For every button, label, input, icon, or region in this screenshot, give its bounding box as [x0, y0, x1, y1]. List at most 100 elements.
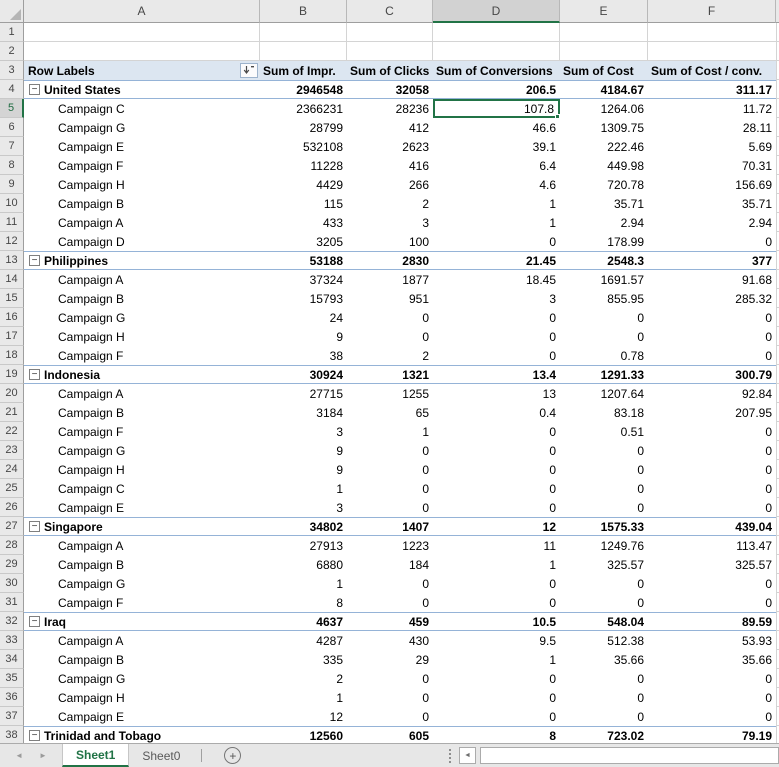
- detail-value-cell[interactable]: 9.5: [433, 631, 560, 650]
- group-total-cell[interactable]: 12560: [260, 726, 347, 743]
- detail-value-cell[interactable]: 951: [347, 289, 433, 308]
- detail-value-cell[interactable]: 335: [260, 650, 347, 669]
- group-total-cell[interactable]: 723.02: [560, 726, 648, 743]
- detail-value-cell[interactable]: 11.72: [648, 99, 776, 118]
- group-total-cell[interactable]: 206.5: [433, 80, 560, 99]
- detail-value-cell[interactable]: 3: [433, 289, 560, 308]
- detail-row-label[interactable]: Campaign B: [24, 650, 260, 669]
- row-header-3[interactable]: 3: [0, 61, 24, 80]
- group-total-cell[interactable]: 34802: [260, 517, 347, 536]
- cell-empty[interactable]: [648, 42, 776, 61]
- detail-value-cell[interactable]: 4429: [260, 175, 347, 194]
- fill-handle[interactable]: [555, 114, 560, 119]
- detail-value-cell[interactable]: 0: [648, 460, 776, 479]
- group-total-cell[interactable]: 2548.3: [560, 251, 648, 270]
- detail-value-cell[interactable]: 0: [433, 327, 560, 346]
- detail-value-cell[interactable]: 1255: [347, 384, 433, 403]
- detail-value-cell[interactable]: 27715: [260, 384, 347, 403]
- detail-value-cell[interactable]: 11228: [260, 156, 347, 175]
- detail-value-cell[interactable]: 9: [260, 441, 347, 460]
- detail-value-cell[interactable]: 3: [347, 213, 433, 232]
- collapse-button[interactable]: −: [29, 521, 40, 532]
- group-total-cell[interactable]: 1321: [347, 365, 433, 384]
- row-header-13[interactable]: 13: [0, 251, 24, 270]
- detail-value-cell[interactable]: 0: [560, 441, 648, 460]
- detail-value-cell[interactable]: 2: [260, 669, 347, 688]
- row-header-25[interactable]: 25: [0, 479, 24, 498]
- detail-row-label[interactable]: Campaign F: [24, 346, 260, 365]
- group-total-cell[interactable]: 300.79: [648, 365, 776, 384]
- group-row-label[interactable]: − United States: [24, 80, 260, 99]
- detail-value-cell[interactable]: 178.99: [560, 232, 648, 251]
- pivot-row-labels-header[interactable]: Row Labels: [24, 61, 260, 80]
- hscroll-left-button[interactable]: ◄: [459, 747, 476, 764]
- column-header-d[interactable]: D: [433, 0, 560, 23]
- detail-value-cell[interactable]: 0: [560, 707, 648, 726]
- detail-value-cell[interactable]: 113.47: [648, 536, 776, 555]
- detail-value-cell[interactable]: 29: [347, 650, 433, 669]
- column-header-c[interactable]: C: [347, 0, 433, 23]
- tab-sheet1[interactable]: Sheet1: [62, 744, 130, 767]
- detail-row-label[interactable]: Campaign A: [24, 213, 260, 232]
- detail-value-cell[interactable]: 0: [648, 422, 776, 441]
- detail-value-cell[interactable]: 1877: [347, 270, 433, 289]
- select-all-button[interactable]: [0, 0, 24, 23]
- detail-value-cell[interactable]: 0: [648, 441, 776, 460]
- detail-value-cell[interactable]: 9: [260, 460, 347, 479]
- detail-value-cell[interactable]: 92.84: [648, 384, 776, 403]
- detail-row-label[interactable]: Campaign E: [24, 498, 260, 517]
- detail-value-cell[interactable]: 83.18: [560, 403, 648, 422]
- detail-value-cell[interactable]: 11: [433, 536, 560, 555]
- detail-value-cell[interactable]: 285.32: [648, 289, 776, 308]
- detail-value-cell[interactable]: 3: [260, 498, 347, 517]
- detail-value-cell[interactable]: 1: [260, 688, 347, 707]
- detail-value-cell[interactable]: 6.4: [433, 156, 560, 175]
- cell-empty[interactable]: [260, 42, 347, 61]
- detail-value-cell[interactable]: 0: [560, 460, 648, 479]
- detail-value-cell[interactable]: 0: [560, 688, 648, 707]
- detail-value-cell[interactable]: 0: [648, 688, 776, 707]
- detail-value-cell[interactable]: 156.69: [648, 175, 776, 194]
- detail-row-label[interactable]: Campaign A: [24, 631, 260, 650]
- detail-value-cell[interactable]: 0: [347, 327, 433, 346]
- detail-value-cell[interactable]: 325.57: [648, 555, 776, 574]
- group-row-label[interactable]: − Trinidad and Tobago: [24, 726, 260, 743]
- detail-value-cell[interactable]: 0: [433, 688, 560, 707]
- group-total-cell[interactable]: 53188: [260, 251, 347, 270]
- row-header-5[interactable]: 5: [0, 99, 24, 118]
- detail-row-label[interactable]: Campaign F: [24, 156, 260, 175]
- detail-value-cell[interactable]: 70.31: [648, 156, 776, 175]
- detail-value-cell[interactable]: 46.6: [433, 118, 560, 137]
- detail-row-label[interactable]: Campaign C: [24, 479, 260, 498]
- pivot-value-header[interactable]: Sum of Clicks: [347, 61, 433, 80]
- detail-row-label[interactable]: Campaign G: [24, 441, 260, 460]
- group-total-cell[interactable]: 377: [648, 251, 776, 270]
- cell-empty[interactable]: [347, 42, 433, 61]
- group-row-label[interactable]: − Indonesia: [24, 365, 260, 384]
- detail-value-cell[interactable]: 91.68: [648, 270, 776, 289]
- detail-value-cell[interactable]: 0: [347, 593, 433, 612]
- detail-value-cell[interactable]: 0: [347, 498, 433, 517]
- detail-value-cell[interactable]: 13: [433, 384, 560, 403]
- group-total-cell[interactable]: 1575.33: [560, 517, 648, 536]
- row-header-4[interactable]: 4: [0, 80, 24, 99]
- detail-value-cell[interactable]: 0: [560, 308, 648, 327]
- detail-row-label[interactable]: Campaign A: [24, 536, 260, 555]
- cell-empty[interactable]: [347, 23, 433, 42]
- detail-value-cell[interactable]: 0: [347, 574, 433, 593]
- row-header-31[interactable]: 31: [0, 593, 24, 612]
- detail-value-cell[interactable]: 28.11: [648, 118, 776, 137]
- row-header-11[interactable]: 11: [0, 213, 24, 232]
- detail-value-cell[interactable]: 512.38: [560, 631, 648, 650]
- detail-value-cell[interactable]: 0: [433, 460, 560, 479]
- detail-value-cell[interactable]: 38: [260, 346, 347, 365]
- detail-value-cell[interactable]: 35.71: [648, 194, 776, 213]
- detail-value-cell[interactable]: 0: [347, 479, 433, 498]
- detail-value-cell[interactable]: 4287: [260, 631, 347, 650]
- detail-value-cell[interactable]: 1: [433, 650, 560, 669]
- cell-empty[interactable]: [433, 23, 560, 42]
- detail-value-cell[interactable]: 2: [347, 194, 433, 213]
- detail-value-cell[interactable]: 8: [260, 593, 347, 612]
- group-total-cell[interactable]: 4184.67: [560, 80, 648, 99]
- row-header-10[interactable]: 10: [0, 194, 24, 213]
